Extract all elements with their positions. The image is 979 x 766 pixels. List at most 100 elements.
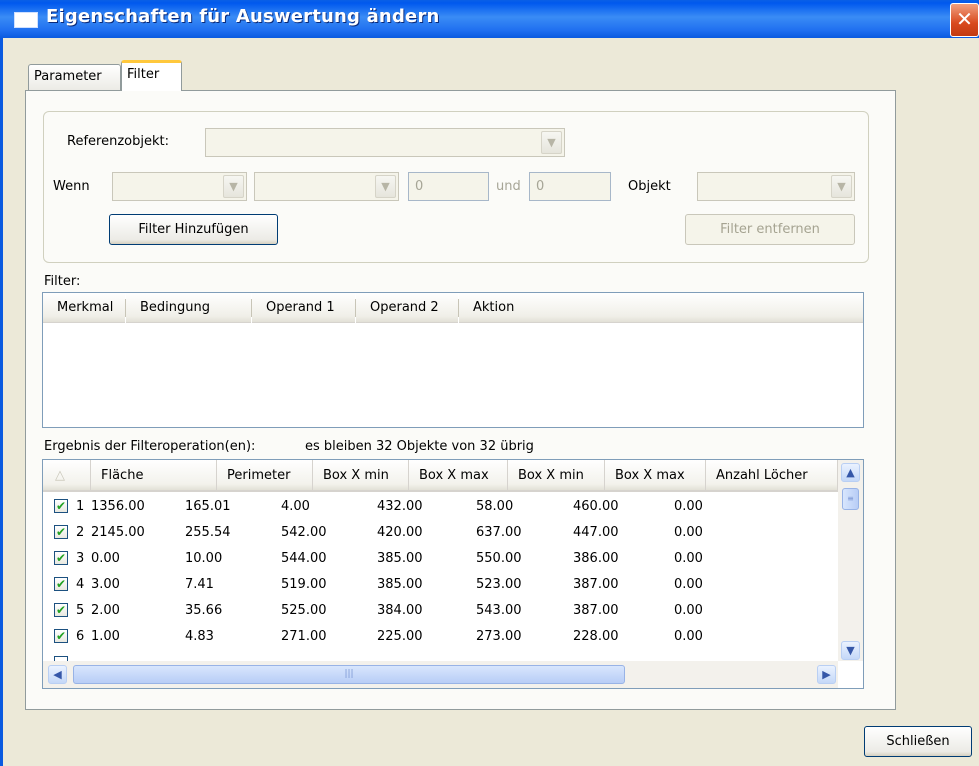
column-header-perimeter[interactable]: Perimeter bbox=[217, 460, 313, 492]
table-cell: 0.00 bbox=[674, 629, 703, 644]
table-cell: 387.00 bbox=[573, 603, 619, 618]
condition-dropdown[interactable]: ▼ bbox=[254, 172, 399, 201]
vertical-scrollbar[interactable]: ▲ ≡ ▼ bbox=[838, 460, 863, 661]
chevron-down-icon: ▼ bbox=[375, 175, 396, 198]
result-summary: es bleiben 32 Objekte von 32 übrig bbox=[305, 439, 534, 454]
sort-indicator-icon[interactable]: △ bbox=[43, 460, 91, 492]
row-checkbox[interactable]: ✔ bbox=[54, 499, 68, 513]
table-cell: 447.00 bbox=[573, 525, 619, 540]
table-cell: 165.01 bbox=[185, 499, 231, 514]
table-cell: 35.66 bbox=[185, 603, 223, 618]
column-header-operand1[interactable]: Operand 1 bbox=[252, 293, 355, 323]
column-header-operand2[interactable]: Operand 2 bbox=[356, 293, 458, 323]
scroll-down-button[interactable]: ▼ bbox=[841, 641, 860, 660]
table-cell: 385.00 bbox=[377, 577, 423, 592]
column-header-box-x-min[interactable]: Box X min bbox=[313, 460, 409, 492]
table-cell: 543.00 bbox=[476, 603, 522, 618]
table-cell: 460.00 bbox=[573, 499, 619, 514]
feature-dropdown[interactable]: ▼ bbox=[112, 172, 247, 201]
reference-object-dropdown[interactable]: ▼ bbox=[205, 128, 565, 157]
table-cell: 432.00 bbox=[377, 499, 423, 514]
tab-parameter[interactable]: Parameter bbox=[28, 64, 121, 90]
table-cell: 4.83 bbox=[185, 629, 214, 644]
column-header-box-x-max[interactable]: Box X max bbox=[409, 460, 508, 492]
objekt-label: Objekt bbox=[628, 179, 671, 194]
table-cell: 385.00 bbox=[377, 551, 423, 566]
table-cell: 1.00 bbox=[91, 629, 120, 644]
table-row[interactable]: ✔ 5 2.00 35.66 525.00 384.00 543.00 387.00 0.00 bbox=[43, 598, 838, 624]
table-cell: 2.00 bbox=[91, 603, 120, 618]
row-checkbox[interactable]: ✔ bbox=[54, 577, 68, 591]
row-index: 4 bbox=[76, 577, 85, 592]
row-checkbox[interactable]: ✔ bbox=[54, 629, 68, 643]
vertical-scroll-thumb[interactable]: ≡ bbox=[842, 488, 859, 510]
result-grid[interactable]: △ Fläche Perimeter Box X min Box X max B… bbox=[42, 459, 864, 689]
add-filter-button[interactable]: Filter Hinzufügen bbox=[109, 214, 278, 245]
column-header-box-x-max-2[interactable]: Box X max bbox=[605, 460, 706, 492]
object-dropdown[interactable]: ▼ bbox=[697, 172, 855, 201]
table-cell: 550.00 bbox=[476, 551, 522, 566]
column-header-bedingung[interactable]: Bedingung bbox=[126, 293, 251, 323]
table-row[interactable]: ✔ 2 2145.00 255.54 542.00 420.00 637.00 447.00 0… bbox=[43, 520, 838, 546]
table-cell: 637.00 bbox=[476, 525, 522, 540]
table-cell: 386.00 bbox=[573, 551, 619, 566]
table-cell: 255.54 bbox=[185, 525, 231, 540]
title-bar[interactable]: Eigenschaften für Auswertung ändern ✕ bbox=[0, 0, 979, 38]
table-cell: 0.00 bbox=[674, 525, 703, 540]
table-cell: 420.00 bbox=[377, 525, 423, 540]
column-header-anzahl-loecher[interactable]: Anzahl Löcher bbox=[706, 460, 838, 492]
scroll-left-button[interactable]: ◀ bbox=[48, 665, 67, 684]
table-cell: 4.00 bbox=[281, 499, 310, 514]
row-checkbox[interactable]: ✔ bbox=[54, 603, 68, 617]
table-cell: 7.41 bbox=[185, 577, 214, 592]
table-cell: 384.00 bbox=[377, 603, 423, 618]
remove-filter-button[interactable]: Filter entfernen bbox=[685, 214, 855, 245]
table-cell: 271.00 bbox=[281, 629, 327, 644]
row-checkbox[interactable]: ✔ bbox=[54, 525, 68, 539]
table-cell: 542.00 bbox=[281, 525, 327, 540]
filter-list-label: Filter: bbox=[44, 274, 81, 289]
und-label: und bbox=[496, 179, 521, 194]
tab-filter[interactable]: Filter bbox=[121, 60, 182, 91]
table-cell: 387.00 bbox=[573, 577, 619, 592]
table-cell: 0.00 bbox=[91, 551, 120, 566]
column-header-box-x-min-2[interactable]: Box X min bbox=[508, 460, 605, 492]
app-icon bbox=[14, 12, 38, 28]
close-window-button[interactable]: ✕ bbox=[950, 3, 979, 37]
result-label: Ergebnis der Filteroperation(en): bbox=[44, 439, 256, 454]
table-cell: 0.00 bbox=[674, 551, 703, 566]
wenn-label: Wenn bbox=[53, 179, 90, 194]
close-button[interactable]: Schließen bbox=[864, 726, 972, 757]
table-row[interactable]: ✔ 1 1356.00 165.01 4.00 432.00 58.00 460.00 0.00 bbox=[43, 494, 838, 520]
table-cell: 544.00 bbox=[281, 551, 327, 566]
column-header-aktion[interactable]: Aktion bbox=[459, 293, 863, 323]
table-cell: 0.00 bbox=[674, 603, 703, 618]
table-cell: 1356.00 bbox=[91, 499, 145, 514]
reference-object-label: Referenzobjekt: bbox=[67, 134, 169, 149]
operand2-input[interactable]: 0 bbox=[529, 172, 611, 201]
table-cell: 525.00 bbox=[281, 603, 327, 618]
table-cell: 10.00 bbox=[185, 551, 223, 566]
row-index: 3 bbox=[76, 551, 85, 566]
table-row[interactable]: ✔ 4 3.00 7.41 519.00 385.00 523.00 387.00 0.00 bbox=[43, 572, 838, 598]
operand1-input[interactable]: 0 bbox=[408, 172, 489, 201]
chevron-down-icon: ▼ bbox=[831, 175, 852, 198]
table-row[interactable]: ✔ 6 1.00 4.83 271.00 225.00 273.00 228.00 0.00 bbox=[43, 624, 838, 650]
horizontal-scroll-thumb[interactable]: ||| bbox=[73, 665, 625, 684]
scroll-up-button[interactable]: ▲ bbox=[841, 463, 860, 482]
table-cell: 225.00 bbox=[377, 629, 423, 644]
chevron-down-icon: ▼ bbox=[223, 175, 244, 198]
window-title: Eigenschaften für Auswertung ändern bbox=[46, 6, 440, 27]
table-cell: 228.00 bbox=[573, 629, 619, 644]
column-header-merkmal[interactable]: Merkmal bbox=[43, 293, 125, 323]
horizontal-scrollbar[interactable]: ◀ ||| ▶ bbox=[43, 661, 838, 688]
table-cell: 523.00 bbox=[476, 577, 522, 592]
filter-list[interactable]: Merkmal Bedingung Operand 1 Operand 2 Ak… bbox=[42, 292, 864, 428]
table-cell: 0.00 bbox=[674, 577, 703, 592]
row-checkbox[interactable]: ✔ bbox=[54, 551, 68, 565]
scroll-right-button[interactable]: ▶ bbox=[817, 665, 836, 684]
column-header-flaeche[interactable]: Fläche bbox=[91, 460, 217, 492]
table-row[interactable]: ✔ 3 0.00 10.00 544.00 385.00 550.00 386.00 0.00 bbox=[43, 546, 838, 572]
row-index: 5 bbox=[76, 603, 85, 618]
row-index: 2 bbox=[76, 525, 85, 540]
